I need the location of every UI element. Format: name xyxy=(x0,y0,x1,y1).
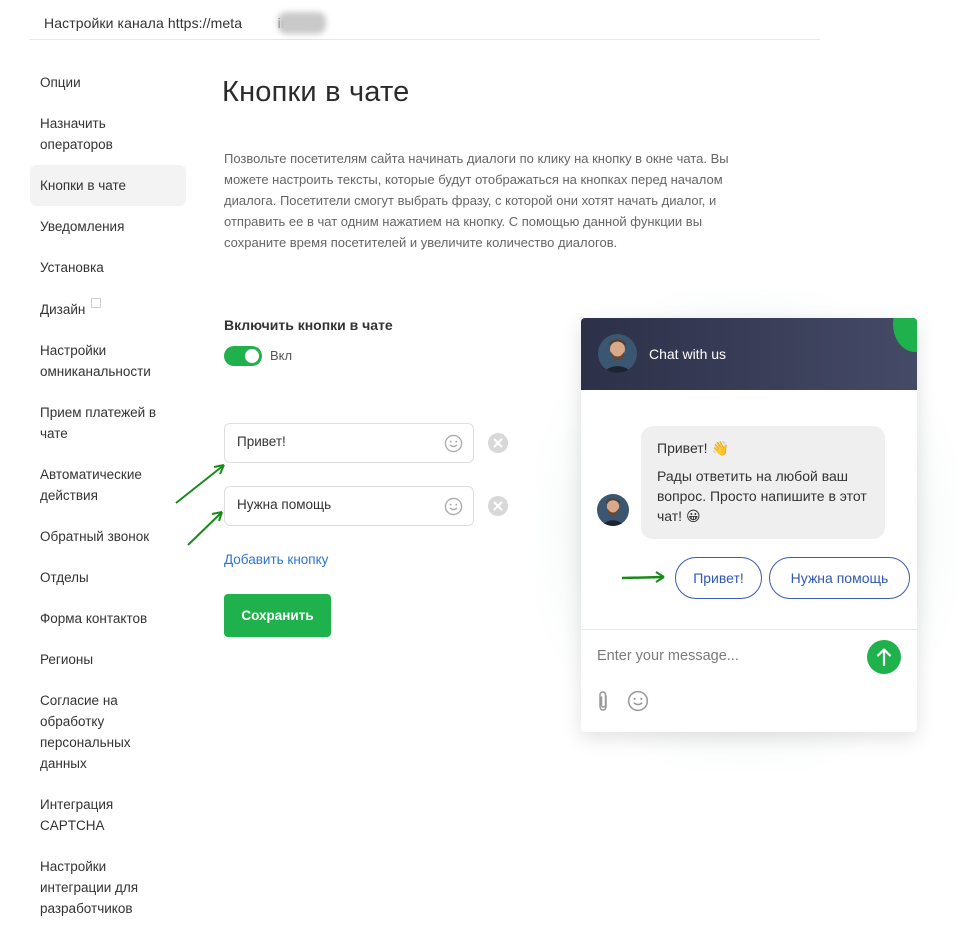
sidebar-item-design-label: Дизайн xyxy=(40,302,86,317)
widget-header-title: Chat with us xyxy=(649,346,727,362)
enable-buttons-label: Включить кнопки в чате xyxy=(224,317,393,333)
widget-divider xyxy=(581,629,917,630)
sidebar-item-developer-integration[interactable]: Настройки интеграции для разработчиков xyxy=(30,846,186,929)
sidebar-item-departments[interactable]: Отделы xyxy=(30,557,186,598)
sidebar-item-automatic-actions[interactable]: Автоматические действия xyxy=(30,454,186,516)
sidebar-item-options[interactable]: Опции xyxy=(30,62,186,103)
page-description: Позвольте посетителям сайта начинать диа… xyxy=(224,151,729,250)
smile-icon[interactable] xyxy=(444,497,463,516)
remove-button-2[interactable] xyxy=(488,496,508,516)
save-button[interactable]: Сохранить xyxy=(224,594,331,637)
operator-avatar xyxy=(598,334,637,373)
quick-reply-need-help[interactable]: Нужна помощь xyxy=(769,557,910,599)
welcome-message-greeting: Привет! 👋 xyxy=(657,440,729,456)
settings-sidebar: Опции Назначить операторов Кнопки в чате… xyxy=(30,62,186,929)
channel-settings-header: Настройки канала https://metaxxxxxinfo xyxy=(30,0,820,40)
sidebar-item-assign-operators[interactable]: Назначить операторов xyxy=(30,103,186,165)
quick-reply-hello[interactable]: Привет! xyxy=(675,557,762,599)
widget-header: Chat with us xyxy=(581,318,917,390)
smile-icon[interactable] xyxy=(627,690,649,712)
send-button[interactable] xyxy=(867,640,901,674)
redacted-domain-blur xyxy=(278,12,326,34)
message-avatar xyxy=(597,494,629,526)
toggle-knob xyxy=(245,349,259,363)
close-icon xyxy=(493,501,503,511)
chat-widget-preview: Chat with us Привет! 👋 Рады ответить на … xyxy=(581,318,917,732)
chat-button-field-1 xyxy=(224,423,474,463)
sidebar-item-notifications[interactable]: Уведомления xyxy=(30,206,186,247)
channel-settings-title: Настройки канала https://metaxxxxxinfo xyxy=(44,15,301,31)
chat-button-input-1[interactable] xyxy=(237,434,437,449)
send-arrow-icon xyxy=(876,648,892,667)
message-input[interactable] xyxy=(597,648,817,664)
sidebar-item-installation[interactable]: Установка xyxy=(30,247,186,288)
sidebar-item-regions[interactable]: Регионы xyxy=(30,639,186,680)
online-status-indicator xyxy=(893,318,917,352)
chat-button-input-2[interactable] xyxy=(237,497,437,512)
sidebar-item-chat-buttons[interactable]: Кнопки в чате xyxy=(30,165,186,206)
close-icon xyxy=(493,438,503,448)
sidebar-item-captcha[interactable]: Интеграция CAPTCHA xyxy=(30,784,186,846)
paperclip-icon[interactable] xyxy=(595,690,611,712)
remove-button-1[interactable] xyxy=(488,433,508,453)
welcome-message-text: Рады ответить на любой ваш вопрос. Прост… xyxy=(657,468,867,524)
sidebar-item-contact-form[interactable]: Форма контактов xyxy=(30,598,186,639)
page-title: Кнопки в чате xyxy=(222,76,410,108)
sidebar-item-design[interactable]: Дизайн xyxy=(30,288,186,330)
sidebar-item-data-consent[interactable]: Согласие на обработку персональных данны… xyxy=(30,680,186,784)
chat-button-field-2 xyxy=(224,486,474,526)
enable-buttons-toggle[interactable] xyxy=(224,346,262,366)
sidebar-item-payments[interactable]: Прием платежей в чате xyxy=(30,392,186,454)
sidebar-item-omnichannel[interactable]: Настройки омниканальности xyxy=(30,330,186,392)
sidebar-item-callback[interactable]: Обратный звонок xyxy=(30,516,186,557)
annotation-arrow-icon xyxy=(175,464,225,546)
annotation-arrow-icon xyxy=(621,571,665,583)
external-link-icon xyxy=(91,298,102,308)
welcome-message-bubble: Привет! 👋 Рады ответить на любой ваш воп… xyxy=(641,426,885,539)
toggle-state-label: Вкл xyxy=(270,348,293,363)
smile-icon[interactable] xyxy=(444,434,463,453)
